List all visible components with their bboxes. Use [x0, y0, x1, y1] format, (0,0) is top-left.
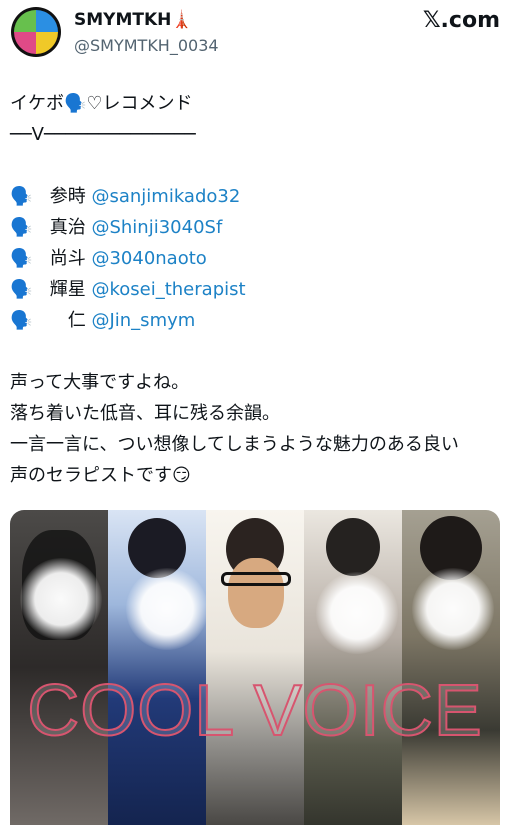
mention-link[interactable]: @Jin_smym: [91, 310, 195, 331]
face-blur: [20, 558, 102, 640]
staff-name: 真治: [49, 217, 86, 238]
face-blur: [126, 568, 208, 650]
mention-link[interactable]: @kosei_therapist: [91, 279, 245, 300]
user-handle[interactable]: @SMYMTKH_0034: [74, 36, 219, 55]
speaking-head-icon: 🗣️: [10, 217, 33, 238]
staff-name: 輝星: [49, 279, 86, 300]
tweet-text: イケボ🗣️♡レコメンド ──V────────────── 🗣️ 参時 @san…: [10, 88, 505, 491]
recommendation-item: 🗣️ 輝星 @kosei_therapist: [10, 274, 505, 305]
portrait-5: [402, 510, 500, 825]
speaking-head-icon: 🗣️: [10, 248, 33, 269]
staff-name: 仁: [49, 310, 86, 331]
body-line: 声って大事ですよね。: [10, 372, 190, 393]
speaking-head-icon: 🗣️: [10, 310, 33, 331]
mention-link[interactable]: @sanjimikado32: [91, 186, 240, 207]
body-line: 声のセラピストです😏: [10, 465, 191, 486]
recommend-title: イケボ🗣️♡レコメンド: [10, 93, 193, 114]
tweet-header: SMYMTKH🗼 @SMYMTKH_0034 𝕏.com: [10, 6, 500, 58]
speaking-head-icon: 🗣️: [10, 186, 33, 207]
recommendation-item: 🗣️ 仁 @Jin_smym: [10, 305, 505, 336]
portrait-2: [108, 510, 208, 825]
portrait-1: [10, 510, 108, 825]
recommendation-item: 🗣️ 参時 @sanjimikado32: [10, 181, 505, 212]
body-line: 落ち着いた低音、耳に残る余韻。: [10, 403, 280, 424]
staff-name: 尚斗: [49, 248, 86, 269]
mention-link[interactable]: @3040naoto: [91, 248, 206, 269]
display-name[interactable]: SMYMTKH🗼: [74, 10, 193, 30]
recommendation-item: 🗣️ 真治 @Shinji3040Sf: [10, 212, 505, 243]
face-blur: [412, 568, 494, 650]
recommendation-item: 🗣️ 尚斗 @3040naoto: [10, 243, 505, 274]
avatar[interactable]: [10, 6, 62, 58]
cool-voice-banner: COOL VOICE: [26, 670, 483, 752]
face-blur: [316, 572, 398, 654]
body-line: 一言一言に、つい想像してしまうような魅力のある良い: [10, 434, 459, 455]
decorative-underline: ──V──────────────: [10, 124, 196, 145]
portrait-4: [304, 510, 402, 825]
tweet-image[interactable]: COOL VOICE: [10, 510, 500, 825]
portrait-3: [206, 510, 304, 825]
x-logo[interactable]: 𝕏.com: [423, 8, 500, 33]
staff-name: 参時: [49, 186, 86, 207]
speaking-head-icon: 🗣️: [10, 279, 33, 300]
mention-link[interactable]: @Shinji3040Sf: [91, 217, 222, 238]
